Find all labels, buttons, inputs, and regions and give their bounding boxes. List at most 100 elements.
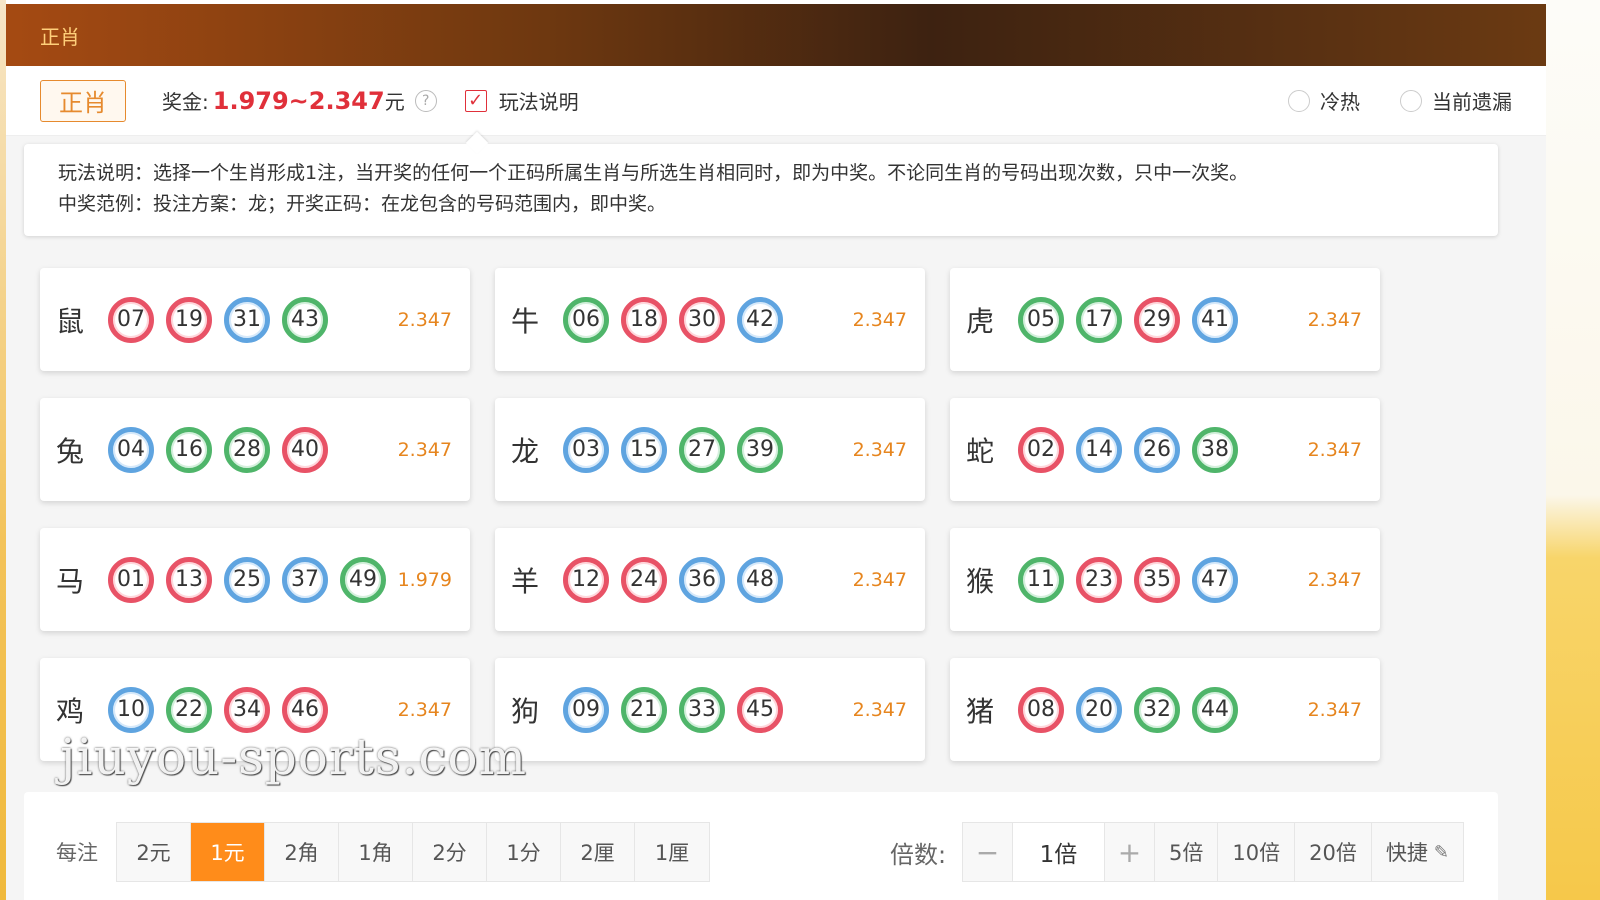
number-ball: 10: [108, 686, 154, 733]
zodiac-card[interactable]: 猴 11 23 35 47 2.347: [950, 528, 1380, 631]
zodiac-card[interactable]: 虎 05 17 29 41 2.347: [950, 268, 1380, 371]
number-ball: 07: [108, 296, 154, 343]
zodiac-name: 鼠: [56, 304, 85, 338]
bet-unit-option[interactable]: 2分: [413, 823, 487, 881]
radio-hot-cold[interactable]: 冷热: [1288, 86, 1360, 115]
number-ball: 22: [166, 686, 212, 733]
zodiac-name: 狗: [511, 694, 540, 728]
bet-unit-option[interactable]: 2角: [265, 823, 339, 881]
zodiac-odds: 2.347: [852, 308, 907, 331]
bet-unit-option[interactable]: 2厘: [561, 823, 635, 881]
radio-circle-icon[interactable]: [1400, 89, 1422, 112]
bet-unit-label: 每注: [56, 841, 98, 865]
number-ball: 21: [621, 686, 667, 733]
zodiac-card[interactable]: 马 01 13 25 37 49 1.979: [40, 528, 470, 631]
number-ball: 17: [1076, 296, 1122, 343]
number-ball: 06: [563, 296, 609, 343]
preset-20x-button[interactable]: 20倍: [1295, 823, 1372, 881]
play-type-button[interactable]: 正肖: [40, 79, 126, 122]
bonus-label: 奖金:: [162, 90, 209, 114]
number-ball: 49: [340, 556, 386, 603]
radio-circle-icon[interactable]: [1288, 89, 1310, 112]
number-ball: 33: [679, 686, 725, 733]
number-ball: 46: [282, 686, 328, 733]
zodiac-name: 羊: [511, 564, 540, 598]
zodiac-grid: 鼠 07 19 31 43 2.347 牛 06 18 30 42 2.347 虎 05 17 29 41 2.3…: [40, 268, 1390, 761]
zodiac-name: 猴: [966, 564, 995, 598]
zodiac-name: 蛇: [966, 434, 995, 468]
zodiac-card[interactable]: 蛇 02 14 26 38 2.347: [950, 398, 1380, 501]
number-ball: 26: [1134, 426, 1180, 473]
zodiac-name: 鸡: [56, 694, 85, 728]
rules-toggle-label[interactable]: 玩法说明: [499, 86, 579, 115]
bet-unit-option[interactable]: 2元: [117, 823, 191, 881]
number-ball: 05: [1018, 296, 1064, 343]
number-ball: 41: [1192, 296, 1238, 343]
number-ball: 32: [1134, 686, 1180, 733]
zodiac-odds: 1.979: [397, 568, 452, 591]
number-ball: 43: [282, 296, 328, 343]
number-ball: 37: [282, 556, 328, 603]
zodiac-card[interactable]: 牛 06 18 30 42 2.347: [495, 268, 925, 371]
number-ball: 09: [563, 686, 609, 733]
number-ball: 36: [679, 556, 725, 603]
radio-missing-label: 当前遗漏: [1432, 90, 1512, 114]
zodiac-card[interactable]: 猪 08 20 32 44 2.347: [950, 658, 1380, 761]
number-ball: 01: [108, 556, 154, 603]
bonus-value: 1.979~2.347: [212, 86, 385, 115]
zodiac-odds: 2.347: [1307, 438, 1362, 461]
play-toolbar: 正肖 奖金: 1.979~2.347 元 ? ✓ 玩法说明 冷热 当前遗漏: [6, 66, 1546, 136]
preset-5x-button[interactable]: 5倍: [1155, 823, 1219, 881]
zodiac-odds: 2.347: [852, 568, 907, 591]
zodiac-name: 牛: [511, 304, 540, 338]
bet-unit-row: 每注 2元 1元 2角 1角 2分 1分 2厘 1厘: [56, 822, 710, 882]
bet-unit-option[interactable]: 1分: [487, 823, 561, 881]
bet-unit-option[interactable]: 1角: [339, 823, 413, 881]
edit-icon: ✎: [1433, 841, 1449, 863]
display-mode-radios: 冷热 当前遗漏: [1248, 86, 1512, 115]
number-ball: 38: [1192, 426, 1238, 473]
zodiac-odds: 2.347: [397, 438, 452, 461]
zodiac-card[interactable]: 龙 03 15 27 39 2.347: [495, 398, 925, 501]
number-ball: 29: [1134, 296, 1180, 343]
number-ball: 13: [166, 556, 212, 603]
rules-description: 玩法说明：选择一个生肖形成1注，当开奖的任何一个正码所属生肖与所选生肖相同时，即…: [24, 144, 1498, 236]
multiplier-controls: − 1倍 + 5倍 10倍 20倍 快捷 ✎: [962, 822, 1464, 882]
bonus-unit: 元: [384, 90, 405, 114]
bet-unit-option[interactable]: 1厘: [635, 823, 709, 881]
watermark-text: jiuyou-sports.com: [60, 728, 527, 786]
number-ball: 11: [1018, 556, 1064, 603]
number-ball: 48: [737, 556, 783, 603]
zodiac-odds: 2.347: [397, 698, 452, 721]
multiplier-value[interactable]: 1倍: [1013, 823, 1105, 881]
number-ball: 19: [166, 296, 212, 343]
quick-button[interactable]: 快捷 ✎: [1372, 823, 1463, 881]
number-ball: 34: [224, 686, 270, 733]
rules-line-2: 中奖范例：投注方案：龙；开奖正码：在龙包含的号码范围内，即中奖。: [58, 193, 667, 215]
multiplier-label: 倍数:: [890, 840, 947, 869]
number-ball: 08: [1018, 686, 1064, 733]
zodiac-name: 猪: [966, 694, 995, 728]
bet-unit-option[interactable]: 1元: [191, 823, 265, 881]
rules-checkbox[interactable]: ✓: [464, 89, 487, 112]
number-ball: 47: [1192, 556, 1238, 603]
number-ball: 02: [1018, 426, 1064, 473]
increase-multiplier-button[interactable]: +: [1105, 823, 1155, 881]
number-ball: 24: [621, 556, 667, 603]
number-ball: 27: [679, 426, 725, 473]
help-icon[interactable]: ?: [414, 89, 437, 112]
header-bar: 正肖: [6, 4, 1546, 66]
number-ball: 40: [282, 426, 328, 473]
number-ball: 31: [224, 296, 270, 343]
preset-10x-button[interactable]: 10倍: [1218, 823, 1296, 881]
number-ball: 25: [224, 556, 270, 603]
zodiac-name: 龙: [511, 434, 540, 468]
zodiac-odds: 2.347: [852, 438, 907, 461]
decrease-multiplier-button[interactable]: −: [963, 823, 1013, 881]
zodiac-card[interactable]: 狗 09 21 33 45 2.347: [495, 658, 925, 761]
zodiac-name: 兔: [56, 434, 85, 468]
zodiac-card[interactable]: 鼠 07 19 31 43 2.347: [40, 268, 470, 371]
radio-missing[interactable]: 当前遗漏: [1400, 86, 1512, 115]
zodiac-card[interactable]: 兔 04 16 28 40 2.347: [40, 398, 470, 501]
zodiac-card[interactable]: 羊 12 24 36 48 2.347: [495, 528, 925, 631]
